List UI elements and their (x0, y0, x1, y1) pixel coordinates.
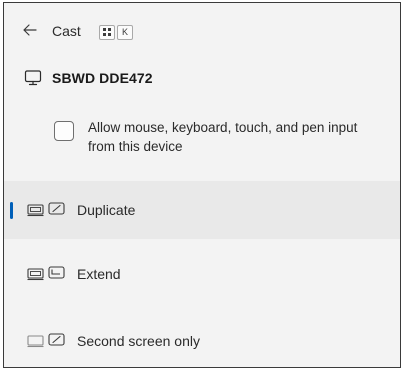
duplicate-icon (27, 202, 65, 217)
windows-logo-icon (103, 28, 111, 36)
cast-header: Cast K (4, 3, 400, 57)
mode-label: Second screen only (77, 333, 200, 349)
monitor-icon (24, 70, 42, 86)
mode-second-screen-only[interactable]: Second screen only (4, 312, 400, 367)
windows-key-badge (99, 25, 115, 40)
selection-indicator (10, 202, 13, 219)
mode-extend[interactable]: Extend (4, 245, 400, 303)
allow-input-label: Allow mouse, keyboard, touch, and pen in… (88, 120, 358, 154)
extend-icon (27, 266, 65, 281)
second-screen-only-icon (27, 333, 65, 348)
page-title: Cast (52, 23, 81, 39)
back-button[interactable] (22, 22, 38, 38)
k-key-badge: K (117, 25, 133, 40)
mode-duplicate[interactable]: Duplicate (4, 181, 400, 239)
mode-label: Extend (77, 266, 121, 282)
cast-panel: Cast K SBWD DDE472 Allow mouse, keyboard… (3, 2, 401, 368)
allow-input-checkbox[interactable] (54, 121, 74, 141)
device-name: SBWD DDE472 (52, 70, 153, 86)
device-row: SBWD DDE472 (24, 67, 153, 89)
mode-label: Duplicate (77, 202, 136, 218)
back-arrow-icon (23, 24, 37, 36)
